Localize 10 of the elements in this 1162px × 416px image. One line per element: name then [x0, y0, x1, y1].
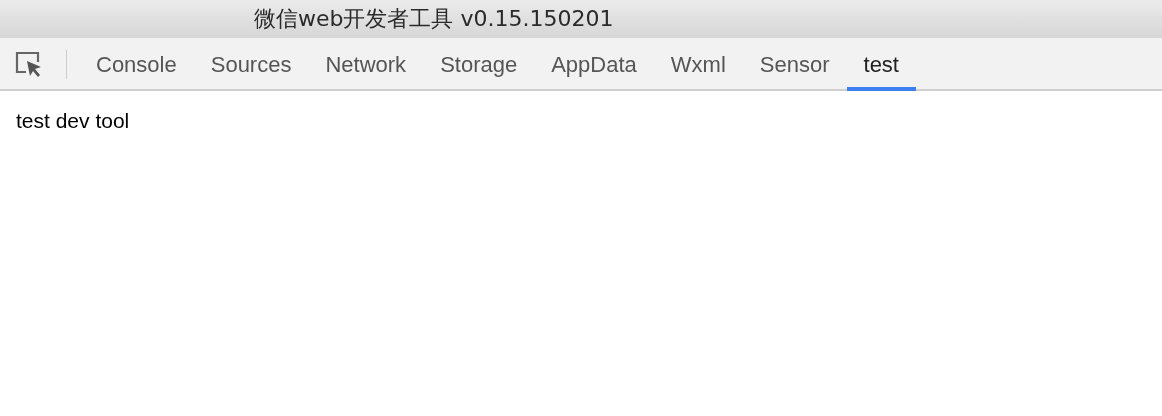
- tab[interactable]: Sensor: [742, 38, 847, 91]
- tab[interactable]: Wxml: [653, 38, 743, 91]
- tab[interactable]: Network: [308, 38, 424, 91]
- content-text: test dev tool: [16, 109, 130, 132]
- tab[interactable]: Console: [79, 38, 194, 91]
- tab[interactable]: test: [846, 38, 916, 91]
- tab[interactable]: Sources: [193, 38, 309, 91]
- window-title: 微信web开发者工具 v0.15.150201: [254, 5, 614, 33]
- tab[interactable]: AppData: [534, 38, 654, 91]
- tab[interactable]: Storage: [423, 38, 535, 91]
